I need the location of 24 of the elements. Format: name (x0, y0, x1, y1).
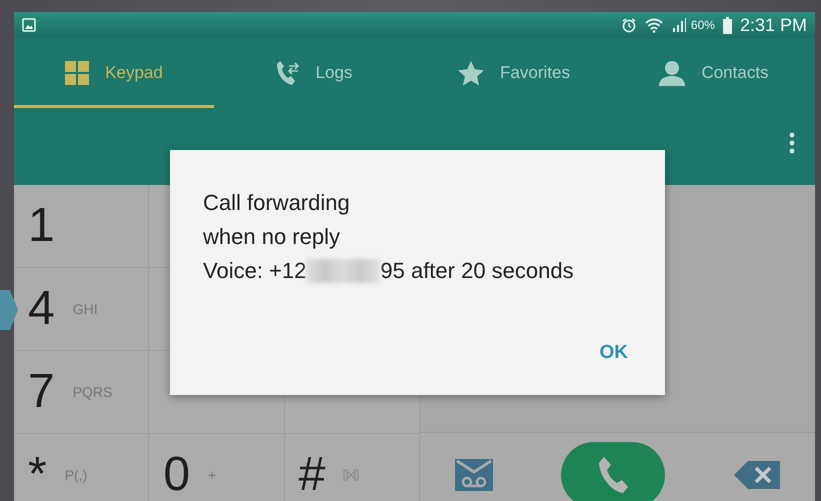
dialog-subtitle: when no reply (203, 223, 341, 251)
voicemail-icon (454, 459, 493, 491)
star-icon (458, 60, 484, 86)
battery-icon (722, 16, 732, 34)
image-icon (22, 18, 36, 32)
voicemail-button[interactable] (454, 458, 494, 492)
phone-icon (596, 455, 630, 495)
voice-forwarding-number: Voice: +12 (203, 257, 306, 285)
backspace-button[interactable] (733, 461, 782, 489)
signal-icon (670, 17, 687, 33)
keypad-icon (65, 61, 90, 85)
wifi-icon (644, 17, 663, 33)
backspace-icon (734, 461, 780, 489)
call-button[interactable] (561, 442, 666, 501)
alarm-clock-icon (620, 17, 637, 33)
more-options-icon (789, 132, 795, 154)
call-log-icon (276, 60, 300, 86)
dial-key[interactable]: 1 (14, 185, 150, 268)
no-sound-icon (343, 468, 360, 482)
person-icon (659, 60, 686, 86)
forwarding-delay-text: 95 after 20 seconds (380, 257, 574, 285)
battery-percent: 60% (690, 17, 715, 34)
clock-time: 2:31 PM (740, 14, 807, 36)
dialog-title: Call forwarding (203, 189, 351, 217)
